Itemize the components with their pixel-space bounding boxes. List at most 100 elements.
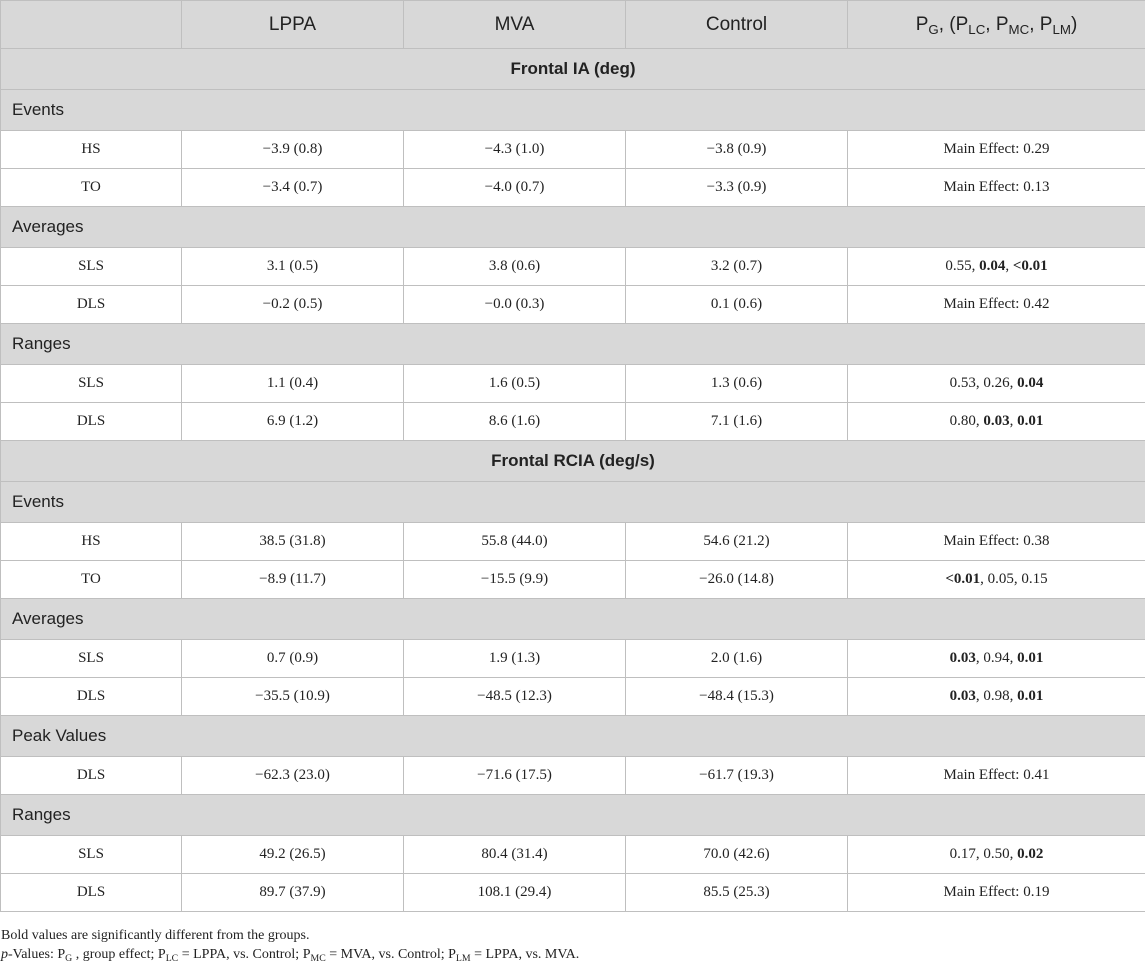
header-control: Control [625,0,848,49]
section-title: Frontal RCIA (deg/s) [0,440,1145,482]
row-label-cell: TO [0,560,182,599]
lppa-cell: 6.9 (1.2) [181,402,404,441]
group-label: Events [0,89,1145,131]
mva-cell: −4.3 (1.0) [403,130,626,169]
lppa-cell: −3.9 (0.8) [181,130,404,169]
section-title: Frontal IA (deg) [0,48,1145,90]
group-label: Peak Values [0,715,1145,757]
table-row: TO −8.9 (11.7) −15.5 (9.9) −26.0 (14.8) <0.0… [0,560,1145,599]
p-value-text: Main Effect: 0.19 [943,884,1050,900]
table-row: DLS 6.9 (1.2) 8.6 (1.6) 7.1 (1.6) 0.80, 0.03… [0,402,1145,441]
p-value-text: Main Effect: 0.38 [943,533,1050,549]
control-cell: −48.4 (15.3) [625,677,848,716]
results-table: LPPA MVA Control PG, (PLC, PMC, PLM) Fro… [0,0,1145,912]
header-row: LPPA MVA Control PG, (PLC, PMC, PLM) [0,0,1145,49]
p-value-cell: <0.01, 0.05, 0.15 [847,560,1145,599]
table-row: DLS −62.3 (23.0) −71.6 (17.5) −61.7 (19.3) M… [0,756,1145,795]
mva-cell: 1.6 (0.5) [403,364,626,403]
significant-p-value: 0.01 [1017,688,1044,704]
p-value-text: 0.17, 0.50, [949,846,1018,862]
row-label-cell: DLS [0,756,182,795]
group-row: Ranges [0,794,1145,836]
row-label-cell: DLS [0,285,182,324]
significant-p-value: 0.03 [983,413,1010,429]
footnote-bold-values: Bold values are significantly different … [1,928,310,943]
row-label-cell: SLS [0,247,182,286]
group-row: Ranges [0,323,1145,365]
group-row: Averages [0,598,1145,640]
lppa-cell: 38.5 (31.8) [181,522,404,561]
p-value-text: , [1005,258,1013,274]
row-label-cell: DLS [0,677,182,716]
p-value-cell: Main Effect: 0.41 [847,756,1145,795]
row-label-cell: SLS [0,364,182,403]
mva-cell: 8.6 (1.6) [403,402,626,441]
row-label-cell: DLS [0,402,182,441]
group-row: Peak Values [0,715,1145,757]
significant-p-value: 0.03 [949,688,976,704]
table-row: SLS 3.1 (0.5) 3.8 (0.6) 3.2 (0.7) 0.55, 0.04… [0,247,1145,286]
mva-cell: −0.0 (0.3) [403,285,626,324]
p-value-cell: Main Effect: 0.19 [847,873,1145,912]
p-value-cell: 0.55, 0.04, <0.01 [847,247,1145,286]
table-row: DLS −0.2 (0.5) −0.0 (0.3) 0.1 (0.6) Main Eff… [0,285,1145,324]
p-value-text: , [1009,413,1018,429]
section-row: Frontal RCIA (deg/s) [0,440,1145,482]
table-row: SLS 0.7 (0.9) 1.9 (1.3) 2.0 (1.6) 0.03, 0.94… [0,639,1145,678]
p-value-text: 0.80, [949,413,984,429]
p-value-cell: Main Effect: 0.13 [847,168,1145,207]
significant-p-value: 0.04 [1017,375,1044,391]
significant-p-value: 0.02 [1017,846,1044,862]
table-body: Frontal IA (deg) Events HS −3.9 (0.8) −4.3 (… [0,48,1145,912]
p-value-text: Main Effect: 0.42 [943,296,1050,312]
p-value-cell: 0.80, 0.03, 0.01 [847,402,1145,441]
significant-p-value: <0.01 [1012,258,1048,274]
header-mva: MVA [403,0,626,49]
p-value-cell: Main Effect: 0.29 [847,130,1145,169]
control-cell: 7.1 (1.6) [625,402,848,441]
p-value-text: , 0.98, [975,688,1018,704]
control-cell: 85.5 (25.3) [625,873,848,912]
p-value-text: Main Effect: 0.13 [943,179,1050,195]
significant-p-value: 0.01 [1017,413,1044,429]
control-cell: −3.8 (0.9) [625,130,848,169]
control-cell: 3.2 (0.7) [625,247,848,286]
lppa-cell: 0.7 (0.9) [181,639,404,678]
table-row: DLS 89.7 (37.9) 108.1 (29.4) 85.5 (25.3) Mai… [0,873,1145,912]
control-cell: 2.0 (1.6) [625,639,848,678]
row-label-cell: HS [0,522,182,561]
lppa-cell: 49.2 (26.5) [181,835,404,874]
p-value-cell: 0.03, 0.94, 0.01 [847,639,1145,678]
significant-p-value: 0.01 [1017,650,1044,666]
p-value-text: Main Effect: 0.29 [943,141,1050,157]
mva-cell: 108.1 (29.4) [403,873,626,912]
p-value-cell: Main Effect: 0.38 [847,522,1145,561]
p-value-text: Main Effect: 0.41 [943,767,1050,783]
group-label: Averages [0,598,1145,640]
p-value-cell: Main Effect: 0.42 [847,285,1145,324]
p-value-text: 0.55, [945,258,980,274]
group-label: Events [0,481,1145,523]
row-label-cell: TO [0,168,182,207]
significant-p-value: 0.03 [949,650,976,666]
footnote-p-values: p-Values: PG , group effect; PLC = LPPA,… [1,947,580,964]
lppa-cell: −62.3 (23.0) [181,756,404,795]
control-cell: −61.7 (19.3) [625,756,848,795]
table-row: HS −3.9 (0.8) −4.3 (1.0) −3.8 (0.9) Main Eff… [0,130,1145,169]
header-p-values: PG, (PLC, PMC, PLM) [847,0,1145,49]
control-cell: 1.3 (0.6) [625,364,848,403]
lppa-cell: −3.4 (0.7) [181,168,404,207]
significant-p-value: 0.04 [979,258,1006,274]
control-cell: 54.6 (21.2) [625,522,848,561]
p-value-text: 0.53, 0.26, [949,375,1018,391]
table-row: HS 38.5 (31.8) 55.8 (44.0) 54.6 (21.2) Main … [0,522,1145,561]
p-value-text: , 0.94, [975,650,1018,666]
mva-cell: −4.0 (0.7) [403,168,626,207]
mva-cell: 3.8 (0.6) [403,247,626,286]
row-label-cell: SLS [0,835,182,874]
table-footnotes: Bold values are significantly different … [1,926,579,964]
mva-cell: −15.5 (9.9) [403,560,626,599]
group-label: Ranges [0,794,1145,836]
mva-cell: 55.8 (44.0) [403,522,626,561]
control-cell: 70.0 (42.6) [625,835,848,874]
